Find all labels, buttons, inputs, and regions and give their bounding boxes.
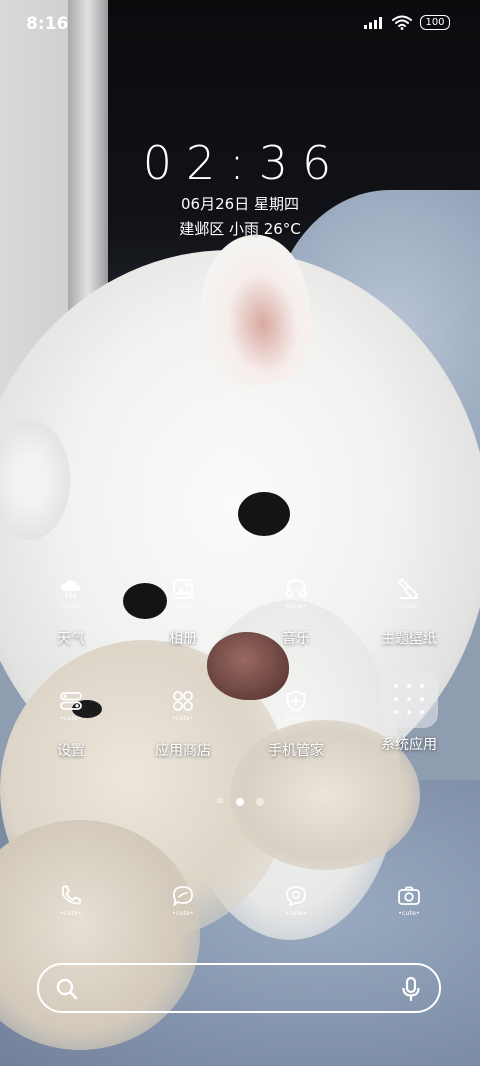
dock-browser[interactable]: •cute• — [276, 883, 316, 923]
dock-messages[interactable]: •cute• — [163, 883, 203, 923]
app-weather[interactable]: •cute• 天气 — [21, 576, 121, 648]
wifi-icon — [392, 15, 412, 30]
mic-icon[interactable] — [399, 976, 423, 1002]
app-music[interactable]: •cute• 音乐 — [246, 576, 346, 648]
app-store[interactable]: •cute• 应用商店 — [133, 688, 233, 760]
dock-camera[interactable]: •cute• — [389, 883, 429, 923]
cute-badge: •cute• — [398, 603, 420, 610]
cute-badge: •cute• — [172, 603, 194, 610]
clock-date: 06月26日 星期四 — [181, 195, 299, 213]
security-icon — [286, 690, 306, 712]
camera-icon — [398, 886, 420, 905]
app-gallery[interactable]: •cute• 相册 — [133, 576, 233, 648]
search-icon[interactable] — [55, 977, 79, 1001]
phone-icon — [62, 885, 81, 905]
cute-badge: •cute• — [60, 910, 82, 917]
page-dot-1[interactable] — [236, 797, 245, 806]
cute-badge: •cute• — [398, 910, 420, 917]
app-theme[interactable]: •cute• 主题壁纸 — [359, 576, 459, 648]
cute-badge: •cute• — [60, 715, 82, 722]
messages-icon — [173, 886, 193, 907]
browser-icon — [286, 886, 306, 907]
headphones-icon — [285, 579, 307, 598]
page-list-icon: ≡ — [215, 796, 225, 807]
app-label: 设置 — [57, 743, 85, 759]
page-indicator[interactable]: ≡ — [0, 796, 480, 807]
app-label: 音乐 — [282, 631, 310, 647]
gallery-icon — [173, 579, 193, 599]
app-label: 天气 — [57, 631, 85, 647]
signal-icon — [364, 17, 382, 29]
cute-badge: •cute• — [285, 910, 307, 917]
folder-system-apps[interactable]: 系统应用 — [359, 670, 459, 754]
theme-icon — [397, 578, 419, 599]
folder-icon — [380, 670, 438, 728]
app-label: 主题壁纸 — [381, 631, 437, 647]
app-settings[interactable]: •cute• 设置 — [21, 688, 121, 760]
cute-badge: •cute• — [172, 715, 194, 722]
app-phone-manager[interactable]: •cute• 手机管家 — [246, 688, 346, 760]
weather-summary[interactable]: 建邺区 小雨 26°C — [0, 218, 480, 239]
battery-icon: 100 — [420, 15, 450, 30]
app-label: 系统应用 — [381, 737, 437, 753]
cute-badge: •cute• — [172, 910, 194, 917]
status-bar: 8:16 100 — [0, 0, 480, 50]
page-dot-2[interactable] — [256, 797, 265, 806]
app-store-icon — [173, 691, 193, 711]
app-label: 手机管家 — [268, 743, 324, 759]
clock-time[interactable]: 02:36 — [0, 136, 480, 190]
settings-icon — [60, 692, 82, 710]
status-time: 8:16 — [26, 14, 69, 34]
cute-badge: •cute• — [285, 715, 307, 722]
app-label: 应用商店 — [155, 743, 211, 759]
cute-badge: •cute• — [285, 603, 307, 610]
status-icons: 100 — [364, 15, 450, 30]
dock-phone[interactable]: •cute• — [51, 883, 91, 923]
app-label: 相册 — [169, 631, 197, 647]
cute-badge: •cute• — [60, 603, 82, 610]
weather-icon — [61, 580, 81, 598]
search-bar[interactable] — [37, 963, 441, 1013]
